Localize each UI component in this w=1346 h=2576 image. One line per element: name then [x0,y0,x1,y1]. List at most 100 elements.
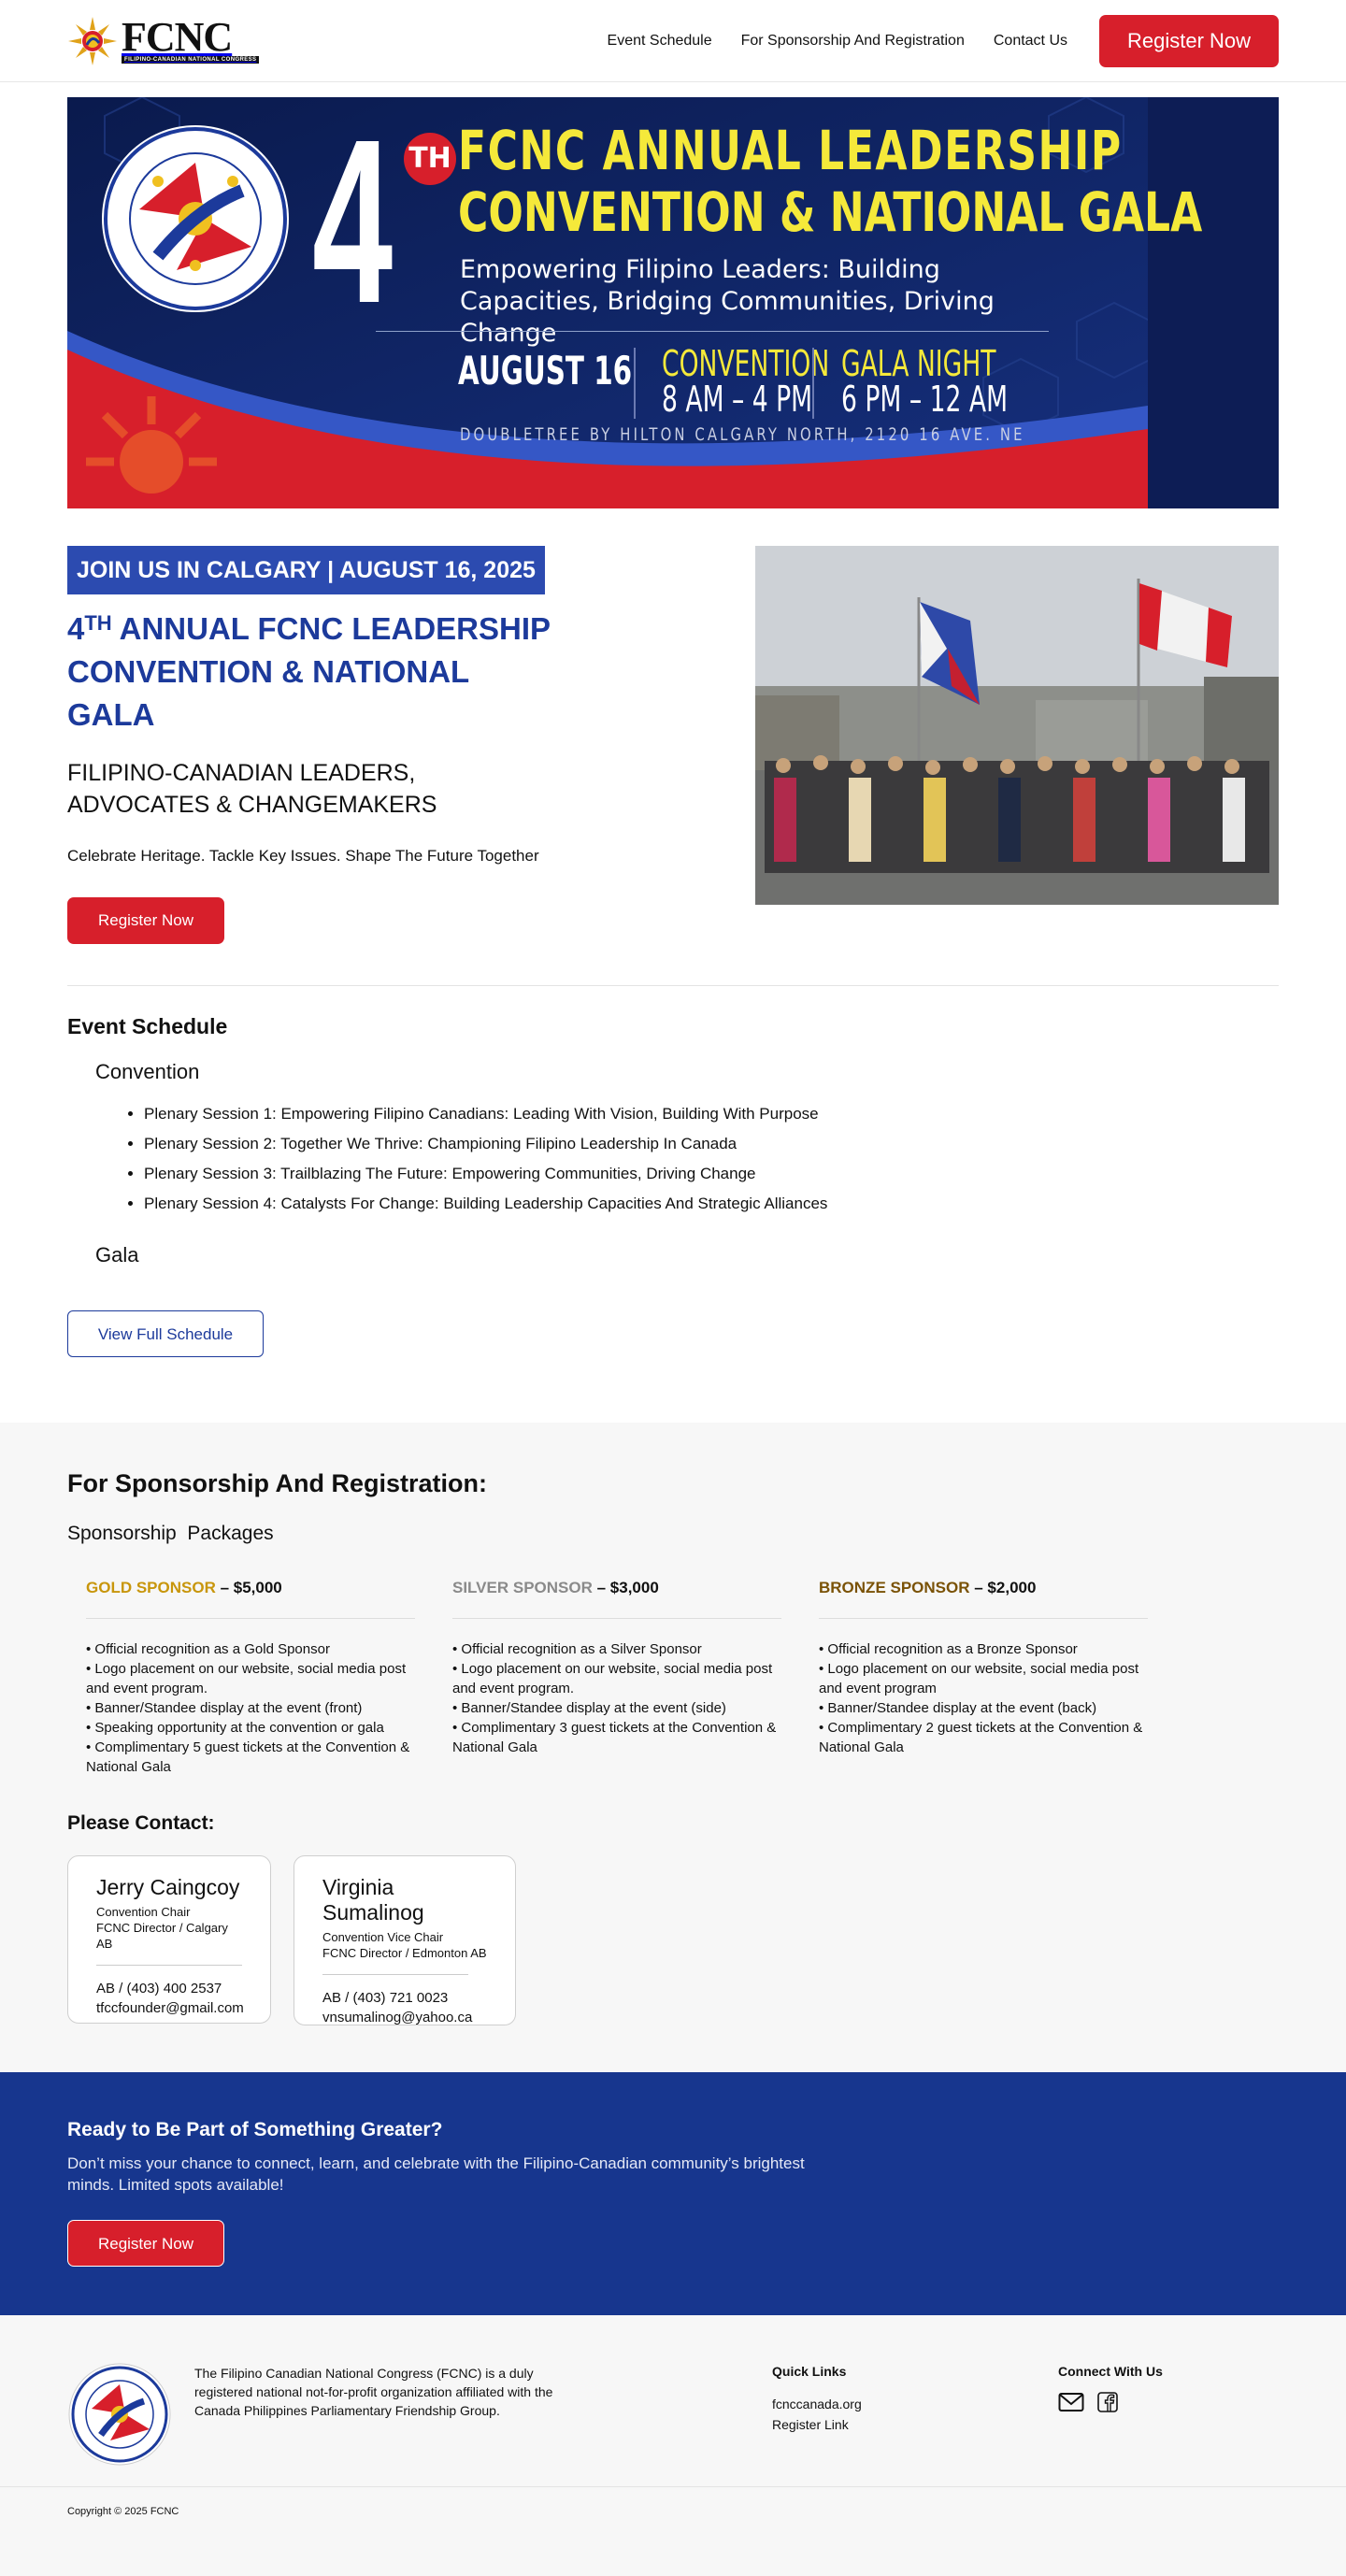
site-header: FCNC FILIPINO-CANADIAN NATIONAL CONGRESS… [0,0,1346,82]
contact-role-line: FCNC Director / Edmonton AB [322,1946,487,1960]
contact-title: Please Contact: [67,1812,215,1834]
tier-price: – $5,000 [215,1579,282,1596]
banner-gala-label: GALA NIGHT [841,343,996,384]
cta-title: Ready to Be Part of Something Greater? [67,2119,443,2140]
sponsorship-title: For Sponsorship And Registration: [67,1469,487,1497]
banner-convention-block: CONVENTION 8 AM – 4 PM [662,346,829,417]
nav-sponsorship[interactable]: For Sponsorship And Registration [741,33,965,50]
list-item: Plenary Session 3: Trailblazing The Futu… [144,1159,1279,1189]
list-item: Plenary Session 1: Empowering Filipino C… [144,1099,1279,1129]
list-item: Plenary Session 2: Together We Thrive: C… [144,1129,1279,1159]
banner-convention-time: 8 AM – 4 PM [662,379,813,420]
facebook-icon[interactable] [1097,2392,1118,2412]
contact-role-line: Convention Vice Chair [322,1930,444,1944]
list-item: • Complimentary 5 guest tickets at the C… [86,1739,410,1775]
list-item: • Speaking opportunity at the convention… [86,1720,384,1736]
contact-role: Convention Chair FCNC Director / Calgary … [96,1904,242,1952]
banner-gala-time: 6 PM – 12 AM [841,379,1009,420]
banner-gala-block: GALA NIGHT 6 PM – 12 AM [841,346,1008,417]
nav-contact[interactable]: Contact Us [994,33,1067,50]
view-full-schedule-button[interactable]: View Full Schedule [67,1310,264,1357]
logo-subtitle: FILIPINO-CANADIAN NATIONAL CONGRESS [122,56,260,64]
copyright: Copyright © 2025 FCNC [67,2506,179,2517]
subtitle-line1: FILIPINO-CANADIAN LEADERS, [67,760,416,786]
sun-logo-icon [68,17,117,65]
convention-seal-icon[interactable] [67,2362,172,2467]
event-schedule-section: Event Schedule Convention Plenary Sessio… [67,1014,1279,1357]
footer-social: Connect With Us [1058,2362,1163,2467]
contact-cards: Jerry Caingcoy Convention Chair FCNC Dire… [67,1855,1279,2025]
list-item: • Official recognition as a Bronze Spons… [819,1641,1078,1657]
banner-title-line2: CONVENTION & NATIONAL GALA [458,180,1203,244]
mail-icon[interactable] [1058,2392,1084,2412]
cta-section: Ready to Be Part of Something Greater? D… [0,2072,1346,2315]
list-item: • Complimentary 3 guest tickets at the C… [452,1720,777,1755]
schedule-title: Event Schedule [67,1014,228,1038]
contact-card: Virginia Sumalinog Convention Vice Chair… [294,1855,516,2025]
contact-phone[interactable]: AB / (403) 400 2537 [96,1979,242,1998]
sponsor-tiers: GOLD SPONSOR – $5,000 • Official recogni… [67,1579,1279,1777]
logo-word: FCNC [122,14,233,60]
contact-role-line: Convention Chair [96,1905,191,1919]
contact-card: Jerry Caingcoy Convention Chair FCNC Dire… [67,1855,271,2024]
list-item: Plenary Session 4: Catalysts For Change:… [144,1189,1279,1219]
group-photo [755,546,1279,905]
tier-heading: SILVER SPONSOR – $3,000 [452,1579,781,1619]
tier-gold: GOLD SPONSOR – $5,000 • Official recogni… [67,1579,434,1777]
list-item: • Logo placement on our website, social … [819,1661,1139,1696]
banner-date: AUGUST 16 [458,348,633,394]
banner-title-line1: FCNC ANNUAL LEADERSHIP [458,119,1123,182]
tier-name: BRONZE SPONSOR [819,1579,970,1596]
contact-name: Jerry Caingcoy [96,1875,240,1899]
banner-separator [634,348,636,419]
event-tagline: Celebrate Heritage. Tackle Key Issues. S… [67,847,539,865]
list-item: • Logo placement on our website, social … [86,1661,407,1696]
list-item: • Official recognition as a Silver Spons… [452,1641,702,1657]
quick-links-title: Quick Links [772,2364,847,2379]
list-item: • Banner/Standee display at the event (b… [819,1700,1097,1716]
tier-price: – $2,000 [969,1579,1037,1596]
tier-heading: BRONZE SPONSOR – $2,000 [819,1579,1148,1619]
nav-event-schedule[interactable]: Event Schedule [608,33,712,50]
contact-phone[interactable]: AB / (403) 721 0023 [322,1988,487,2008]
header-register-button[interactable]: Register Now [1099,15,1279,67]
site-logo[interactable]: FCNC FILIPINO-CANADIAN NATIONAL CONGRESS [67,14,260,67]
subtitle-line2: ADVOCATES & CHANGEMAKERS [67,792,437,818]
footer-link-site[interactable]: fcnccanada.org [772,2394,912,2414]
tier-bronze: BRONZE SPONSOR – $2,000 • Official recog… [800,1579,1167,1777]
cta-register-button[interactable]: Register Now [67,2220,224,2267]
footer-link-register[interactable]: Register Link [772,2414,912,2435]
title-number: 4 [67,611,85,646]
list-item: • Official recognition as a Gold Sponsor [86,1641,330,1657]
card-divider [322,1974,468,1975]
hero-banner: 4 TH FCNC ANNUAL LEADERSHIP CONVENTION &… [67,97,1279,508]
title-ordinal: TH [84,611,112,635]
sponsorship-section: For Sponsorship And Registration: Sponso… [0,1423,1346,2072]
banner-ordinal: TH [404,133,456,185]
contact-email[interactable]: tfccfounder@gmail.com [96,1998,244,2018]
title-line1: ANNUAL FCNC LEADERSHIP [111,611,551,646]
site-footer: The Filipino Canadian National Congress … [0,2315,1346,2576]
banner-separator [812,348,814,419]
title-line2: CONVENTION & NATIONAL GALA [67,654,469,732]
list-item: • Banner/Standee display at the event (s… [452,1700,726,1716]
contact-role: Convention Vice Chair FCNC Director / Edm… [322,1929,487,1961]
list-item: • Banner/Standee display at the event (f… [86,1700,363,1716]
tier-name: SILVER SPONSOR [452,1579,593,1596]
intro-register-button[interactable]: Register Now [67,897,224,944]
convention-seal-icon [102,125,289,312]
event-title: 4TH ANNUAL FCNC LEADERSHIP CONVENTION & N… [67,608,553,737]
footer-about: The Filipino Canadian National Congress … [194,2366,553,2418]
main-nav: Event Schedule For Sponsorship And Regis… [608,15,1279,67]
banner-tagline: Empowering Filipino Leaders: Building Ca… [460,255,995,348]
list-item: • Complimentary 2 guest tickets at the C… [819,1720,1143,1755]
banner-divider [376,331,1049,332]
convention-heading: Convention [95,1060,200,1083]
banner-number: 4 [312,97,394,351]
tier-name: GOLD SPONSOR [86,1579,216,1596]
tier-heading: GOLD SPONSOR – $5,000 [86,1579,415,1619]
contact-email[interactable]: vnsumalinog@yahoo.ca [322,2008,487,2027]
contact-name: Virginia Sumalinog [322,1875,424,1925]
tier-price: – $3,000 [592,1579,659,1596]
intro-section: JOIN US IN CALGARY | AUGUST 16, 2025 4TH… [67,546,1279,944]
